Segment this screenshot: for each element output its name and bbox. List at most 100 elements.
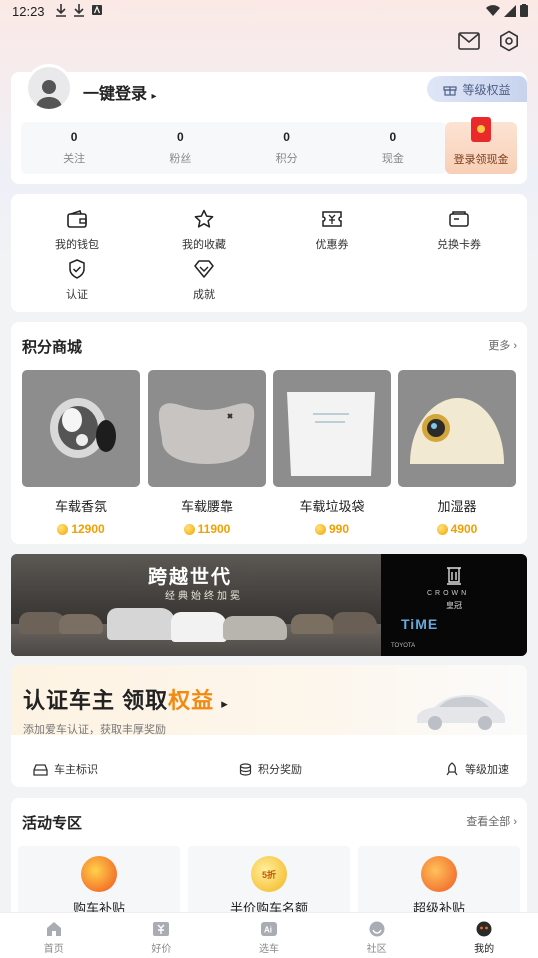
tab-label: 好价 [151, 944, 172, 955]
price-value: 11900 [197, 522, 231, 536]
level-benefits-tag[interactable]: 等级权益 [427, 76, 527, 102]
gift-icon [443, 85, 458, 96]
stat-value: 0 [177, 130, 184, 144]
chevron-right-icon: › [513, 340, 517, 352]
tab-community[interactable]: 社区 [323, 913, 431, 958]
product-card[interactable]: 车载腰靠 11900 [148, 370, 266, 536]
perk-points-reward: 积分奖励 [239, 761, 302, 777]
activity-card: 活动专区 查看全部 › 购车补贴 5折 半价购车名额 超级补贴 [11, 798, 527, 926]
stat-label: 积分 [275, 153, 298, 165]
tool-achievements[interactable]: 成就 [154, 258, 254, 302]
stat-following[interactable]: 0 关注 [21, 122, 127, 174]
stat-points[interactable]: 0 积分 [234, 122, 340, 174]
message-icon[interactable] [458, 30, 480, 52]
banner-car-image [59, 614, 103, 634]
stat-label: 关注 [63, 153, 86, 165]
car-front-icon [33, 763, 48, 776]
profile-card: 一键登录 ▸ 等级权益 0 关注 0 粉丝 0 积分 0 现金 登录领现金 [11, 64, 527, 184]
avatar[interactable] [25, 64, 73, 112]
stat-followers[interactable]: 0 粉丝 [127, 122, 233, 174]
coin-icon [436, 523, 448, 535]
points-mall-card: 积分商城 更多 › 车载香氛 12900 车载腰靠 11900 车载垃圾袋 99… [11, 322, 527, 544]
tab-choose-car[interactable]: Ai 选车 [215, 913, 323, 958]
perk-label: 积分奖励 [258, 764, 302, 776]
price-value: 12900 [71, 522, 105, 536]
banner-showroom-image: 跨越世代 经典始终加冕 [11, 554, 381, 656]
certify-description: 添加爱车认证，获取丰厚奖励 [23, 724, 166, 736]
banner-car-image [223, 616, 287, 640]
home-icon [46, 922, 61, 936]
product-image-air-freshener [22, 370, 140, 487]
tab-label: 选车 [258, 944, 279, 955]
tool-wallet[interactable]: 我的钱包 [27, 208, 127, 252]
certify-title-highlight: 权益 [168, 688, 215, 713]
login-link[interactable]: 一键登录 ▸ [83, 80, 157, 104]
more-label: 查看全部 [466, 816, 511, 828]
coin-icon [314, 523, 326, 535]
banner-car-image [333, 612, 377, 634]
stat-label: 现金 [381, 153, 404, 165]
shield-check-icon [66, 258, 88, 280]
stat-cash[interactable]: 0 现金 [340, 122, 446, 174]
product-price: 990 [273, 522, 391, 536]
stat-value: 0 [283, 130, 290, 144]
super-subsidy-car-icon [421, 856, 457, 892]
stats-row: 0 关注 0 粉丝 0 积分 0 现金 [21, 122, 446, 174]
coins-stack-icon [239, 762, 252, 776]
settings-icon[interactable] [498, 30, 520, 52]
certify-card[interactable]: 认证车主 领取权益 ▸ 添加爱车认证，获取丰厚奖励 车主标识 积分奖励 等级加速 [11, 665, 527, 787]
tab-deals[interactable]: 好价 [108, 913, 216, 958]
community-icon [369, 921, 385, 937]
wallet-icon [66, 208, 88, 230]
svg-text:Ai: Ai [264, 926, 272, 935]
login-cash-button[interactable]: 登录领现金 [445, 117, 517, 174]
activity-more-link[interactable]: 查看全部 › [466, 813, 517, 829]
activity-title: 活动专区 [22, 815, 83, 832]
play-arrow-icon: ▸ [221, 696, 229, 711]
product-card[interactable]: 车载香氛 12900 [22, 370, 140, 536]
banner-brand-panel: CROWN 皇冠 TiME TOYOTA [381, 554, 527, 656]
crown-logo-icon [447, 567, 461, 585]
perk-owner-badge: 车主标识 [33, 761, 98, 777]
product-name: 车载香氛 [54, 499, 107, 514]
perk-level-boost: 等级加速 [445, 761, 509, 777]
product-price: 11900 [148, 522, 266, 536]
user-silhouette-icon [36, 80, 62, 109]
tab-label: 首页 [43, 944, 64, 955]
product-price: 4900 [398, 522, 516, 536]
price-tag-icon [153, 922, 170, 936]
product-card[interactable]: 加湿器 4900 [398, 370, 516, 536]
level-tag-label: 等级权益 [462, 82, 511, 97]
banner-title: 跨越世代 [148, 567, 233, 588]
tool-label: 成就 [193, 289, 215, 301]
status-bar: 12:23 [0, 0, 538, 24]
product-name: 车载腰靠 [180, 499, 233, 514]
tool-label: 认证 [66, 289, 88, 301]
mall-more-link[interactable]: 更多 › [488, 337, 517, 353]
product-image-humidifier [398, 370, 516, 487]
mall-title: 积分商城 [22, 339, 83, 356]
tool-label: 我的钱包 [55, 239, 99, 251]
tab-home[interactable]: 首页 [0, 913, 108, 958]
banner-car-image [107, 608, 175, 640]
product-name: 加湿器 [437, 499, 477, 514]
tool-coupons[interactable]: 优惠券 [282, 208, 382, 252]
tool-favorites[interactable]: 我的收藏 [154, 208, 254, 252]
product-card[interactable]: 车载垃圾袋 990 [273, 370, 391, 536]
tab-mine[interactable]: 我的 [430, 913, 538, 958]
tool-label: 我的收藏 [182, 239, 226, 251]
status-system-icons [486, 4, 528, 17]
tab-label: 我的 [474, 944, 495, 955]
tool-certify[interactable]: 认证 [27, 258, 127, 302]
stat-label: 粉丝 [169, 153, 192, 165]
price-value: 4900 [450, 522, 478, 536]
discount-badge-icon: 5折 [251, 856, 287, 892]
coin-icon [183, 523, 195, 535]
tool-redeem-card[interactable]: 兑换卡券 [409, 208, 509, 252]
signal-icon [504, 4, 516, 17]
subsidy-coin-icon [81, 856, 117, 892]
star-icon [193, 208, 215, 230]
cash-label: 登录领现金 [453, 154, 509, 166]
profile-icon [476, 921, 492, 937]
promo-banner[interactable]: 跨越世代 经典始终加冕 CROWN 皇冠 TiME TOYOTA [11, 554, 527, 656]
